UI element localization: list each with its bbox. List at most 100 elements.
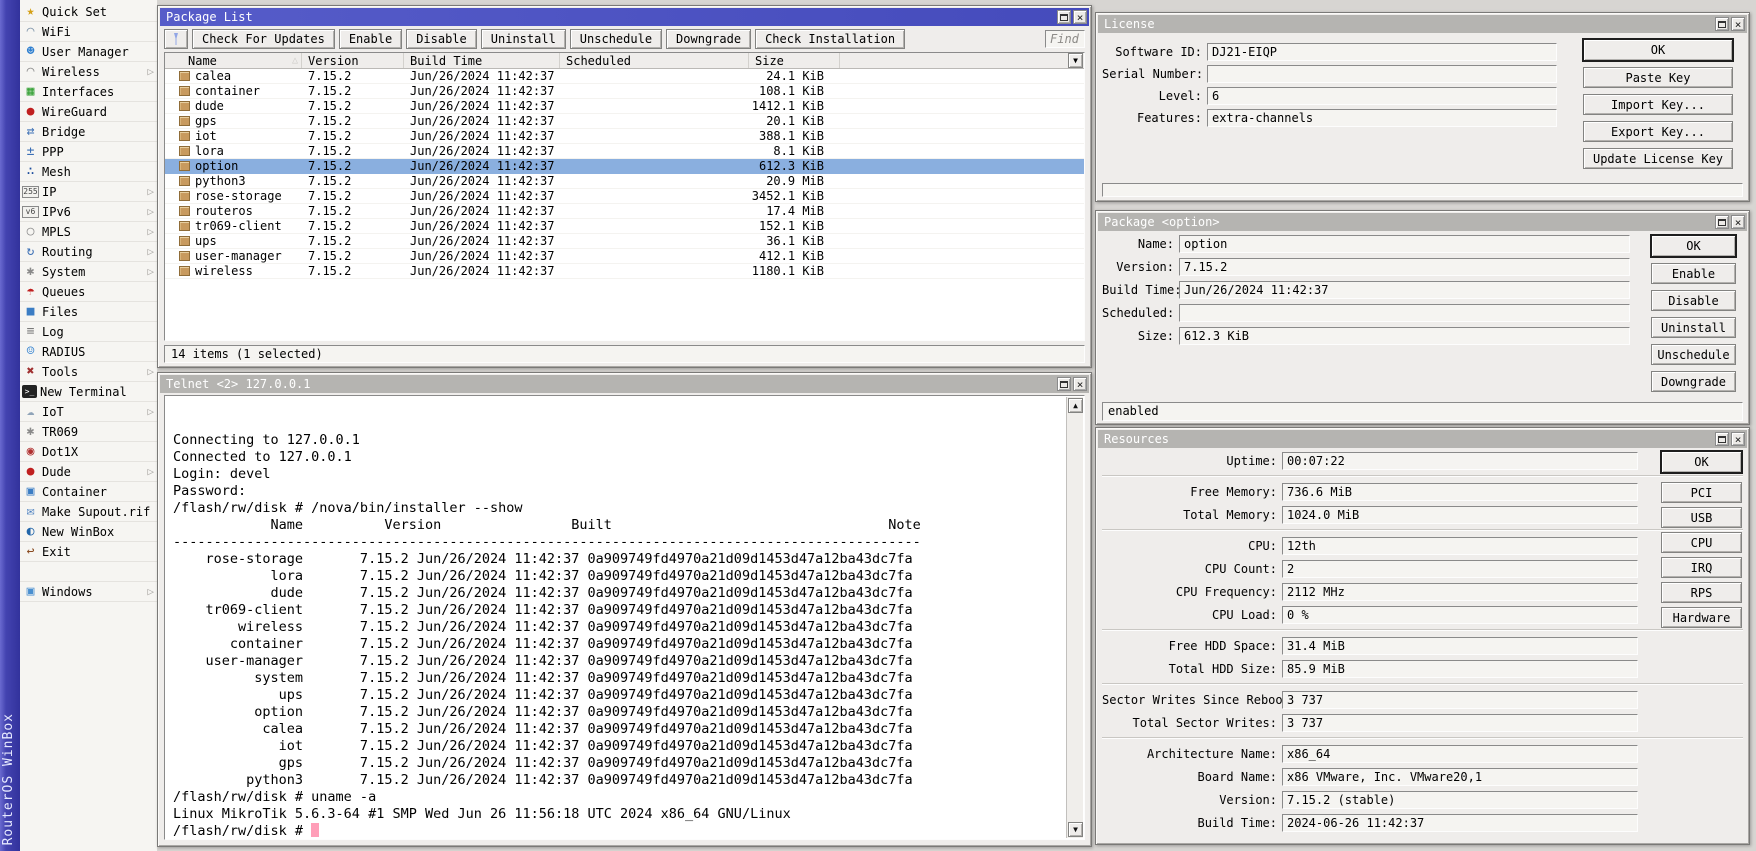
enable-button[interactable]: Enable <box>1651 263 1736 284</box>
table-row-container[interactable]: container7.15.2Jun/26/2024 11:42:37108.1… <box>165 84 1084 99</box>
field-free-memory[interactable]: 736.6 MiB <box>1282 483 1638 501</box>
sidebar-item-dude[interactable]: ●Dude▷ <box>20 462 157 482</box>
maximize-icon[interactable] <box>1715 215 1729 229</box>
field-sector-writes-since-reboot[interactable]: 3 737 <box>1282 691 1638 709</box>
close-icon[interactable]: × <box>1073 377 1087 391</box>
sidebar-item-routing[interactable]: ↻Routing▷ <box>20 242 157 262</box>
field-level[interactable]: 6 <box>1207 87 1557 105</box>
sidebar-item-tr069[interactable]: ✱TR069 <box>20 422 157 442</box>
column-header-name[interactable]: Name△ <box>165 53 302 68</box>
sidebar-item-exit[interactable]: ↩Exit <box>20 542 157 562</box>
maximize-icon[interactable] <box>1715 17 1729 31</box>
field-total-memory[interactable]: 1024.0 MiB <box>1282 506 1638 524</box>
table-row-option[interactable]: option7.15.2Jun/26/2024 11:42:37612.3 Ki… <box>165 159 1084 174</box>
table-row-wireless[interactable]: wireless7.15.2Jun/26/2024 11:42:371180.1… <box>165 264 1084 279</box>
toolbar-button-enable[interactable]: Enable <box>339 29 402 49</box>
toolbar-button-downgrade[interactable]: Downgrade <box>666 29 751 49</box>
sidebar-item-radius[interactable]: ☺RADIUS <box>20 342 157 362</box>
field-cpu[interactable]: 12th <box>1282 537 1638 555</box>
column-header-scheduled[interactable]: Scheduled <box>560 53 749 68</box>
terminal-area[interactable]: Connecting to 127.0.0.1 Connected to 127… <box>164 395 1085 840</box>
field-uptime[interactable]: 00:07:22 <box>1282 452 1638 470</box>
ok-button[interactable]: OK <box>1583 39 1733 61</box>
package-option-titlebar[interactable]: Package <option> × <box>1098 213 1747 231</box>
field-board-name[interactable]: x86 VMware, Inc. VMware20,1 <box>1282 768 1638 786</box>
sidebar-item-bridge[interactable]: ⇄Bridge <box>20 122 157 142</box>
sidebar-item-ipv6[interactable]: v6IPv6▷ <box>20 202 157 222</box>
telnet-titlebar[interactable]: Telnet <2> 127.0.0.1 × <box>160 375 1089 393</box>
sidebar-item-container[interactable]: ▣Container <box>20 482 157 502</box>
field-cpu-frequency[interactable]: 2112 MHz <box>1282 583 1638 601</box>
ok-button[interactable]: OK <box>1651 235 1736 257</box>
toolbar-button-check-installation[interactable]: Check Installation <box>755 29 905 49</box>
field-free-hdd-space[interactable]: 31.4 MiB <box>1282 637 1638 655</box>
field-serial-number[interactable] <box>1207 65 1557 83</box>
sidebar-item-mesh[interactable]: ∴Mesh <box>20 162 157 182</box>
toolbar-button-unschedule[interactable]: Unschedule <box>570 29 662 49</box>
table-row-ups[interactable]: ups7.15.2Jun/26/2024 11:42:3736.1 KiB <box>165 234 1084 249</box>
close-icon[interactable]: × <box>1731 215 1745 229</box>
maximize-icon[interactable] <box>1057 377 1071 391</box>
unschedule-button[interactable]: Unschedule <box>1651 344 1736 365</box>
field-build-time[interactable]: Jun/26/2024 11:42:37 <box>1179 281 1630 299</box>
sidebar-item-iot[interactable]: ☁IoT▷ <box>20 402 157 422</box>
table-row-python3[interactable]: python37.15.2Jun/26/2024 11:42:3720.9 Mi… <box>165 174 1084 189</box>
field-architecture-name[interactable]: x86_64 <box>1282 745 1638 763</box>
sidebar-item-ip[interactable]: 255IP▷ <box>20 182 157 202</box>
hardware-button[interactable]: Hardware <box>1661 607 1742 628</box>
sidebar-item-user-manager[interactable]: ☻User Manager <box>20 42 157 62</box>
field-features[interactable]: extra-channels <box>1207 109 1557 127</box>
toolbar-button-disable[interactable]: Disable <box>406 29 477 49</box>
disable-button[interactable]: Disable <box>1651 290 1736 311</box>
sidebar-item-wireguard[interactable]: ●WireGuard <box>20 102 157 122</box>
field-total-hdd-size[interactable]: 85.9 MiB <box>1282 660 1638 678</box>
cpu-button[interactable]: CPU <box>1661 532 1742 553</box>
update-license-key-button[interactable]: Update License Key <box>1583 148 1733 169</box>
field-version[interactable]: 7.15.2 <box>1179 258 1630 276</box>
paste-key-button[interactable]: Paste Key <box>1583 67 1733 88</box>
table-row-calea[interactable]: calea7.15.2Jun/26/2024 11:42:3724.1 KiB <box>165 69 1084 84</box>
sidebar-item-log[interactable]: ≡Log <box>20 322 157 342</box>
table-row-gps[interactable]: gps7.15.2Jun/26/2024 11:42:3720.1 KiB <box>165 114 1084 129</box>
table-row-iot[interactable]: iot7.15.2Jun/26/2024 11:42:37388.1 KiB <box>165 129 1084 144</box>
field-size[interactable]: 612.3 KiB <box>1179 327 1630 345</box>
close-icon[interactable]: × <box>1073 10 1087 24</box>
find-input[interactable]: Find <box>1045 30 1085 48</box>
sidebar-item-files[interactable]: ■Files <box>20 302 157 322</box>
field-cpu-load[interactable]: 0 % <box>1282 606 1638 624</box>
toolbar-button-uninstall[interactable]: Uninstall <box>481 29 566 49</box>
sidebar-item-system[interactable]: ✱System▷ <box>20 262 157 282</box>
rps-button[interactable]: RPS <box>1661 582 1742 603</box>
resources-titlebar[interactable]: Resources × <box>1098 430 1747 448</box>
sidebar-item-new-terminal[interactable]: >_New Terminal <box>20 382 157 402</box>
table-row-dude[interactable]: dude7.15.2Jun/26/2024 11:42:371412.1 KiB <box>165 99 1084 114</box>
field-software-id[interactable]: DJ21-EIQP <box>1207 43 1557 61</box>
scroll-up-icon[interactable]: ▲ <box>1068 398 1083 413</box>
column-select-icon[interactable]: ▼ <box>1068 53 1083 68</box>
column-header-size[interactable]: Size <box>749 53 840 68</box>
sidebar-item-queues[interactable]: ☂Queues <box>20 282 157 302</box>
column-header-version[interactable]: Version <box>302 53 404 68</box>
table-row-tr069-client[interactable]: tr069-client7.15.2Jun/26/2024 11:42:3715… <box>165 219 1084 234</box>
usb-button[interactable]: USB <box>1661 507 1742 528</box>
field-total-sector-writes[interactable]: 3 737 <box>1282 714 1638 732</box>
export-key-button[interactable]: Export Key... <box>1583 121 1733 142</box>
sidebar-item-new-winbox[interactable]: ◐New WinBox <box>20 522 157 542</box>
field-version[interactable]: 7.15.2 (stable) <box>1282 791 1638 809</box>
maximize-icon[interactable] <box>1057 10 1071 24</box>
sidebar-item-mpls[interactable]: ○MPLS▷ <box>20 222 157 242</box>
sidebar-item-ppp[interactable]: ±PPP <box>20 142 157 162</box>
sidebar-item-wireless[interactable]: ◠Wireless▷ <box>20 62 157 82</box>
sidebar-item-quick-set[interactable]: ★Quick Set <box>20 2 157 22</box>
scroll-down-icon[interactable]: ▼ <box>1068 822 1083 837</box>
sidebar-item-wifi[interactable]: ◠WiFi <box>20 22 157 42</box>
pci-button[interactable]: PCI <box>1661 482 1742 503</box>
downgrade-button[interactable]: Downgrade <box>1651 371 1736 392</box>
table-row-lora[interactable]: lora7.15.2Jun/26/2024 11:42:378.1 KiB <box>165 144 1084 159</box>
table-row-routeros[interactable]: routeros7.15.2Jun/26/2024 11:42:3717.4 M… <box>165 204 1084 219</box>
table-row-rose-storage[interactable]: rose-storage7.15.2Jun/26/2024 11:42:3734… <box>165 189 1084 204</box>
filter-button[interactable] <box>164 29 188 49</box>
field-scheduled[interactable] <box>1179 304 1630 322</box>
sidebar-item-tools[interactable]: ✖Tools▷ <box>20 362 157 382</box>
import-key-button[interactable]: Import Key... <box>1583 94 1733 115</box>
